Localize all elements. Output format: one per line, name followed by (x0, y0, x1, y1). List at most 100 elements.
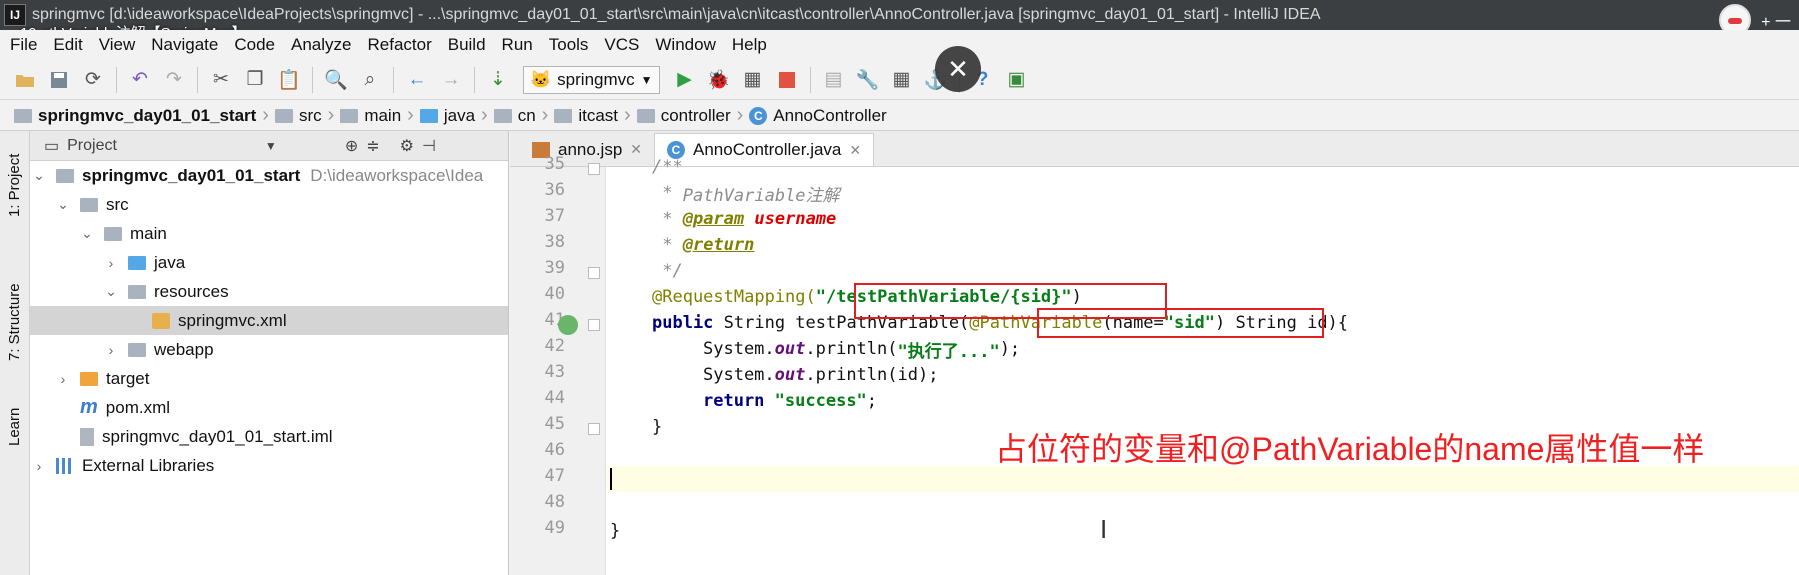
fold-icon[interactable] (588, 319, 600, 331)
chevron-down-icon[interactable]: ⌄ (80, 225, 94, 242)
project-panel-title[interactable]: Project (67, 137, 117, 155)
chevron-down-icon[interactable]: ⌄ (32, 167, 46, 184)
tree-item-src[interactable]: ⌄ src (30, 190, 508, 219)
menu-edit[interactable]: Edit (53, 35, 82, 55)
tomcat-icon: 🐱 (530, 69, 552, 89)
breadcrumb-item[interactable]: src (274, 106, 322, 126)
text-cursor-icon: I (1100, 514, 1108, 544)
locate-icon[interactable]: ⊕ (345, 136, 358, 156)
build-icon[interactable]: ⇣ (483, 65, 513, 95)
run-config-label: springmvc (557, 69, 635, 89)
project-tree: ⌄ springmvc_day01_01_start D:\ideaworksp… (30, 161, 508, 480)
chevron-right-icon[interactable]: › (32, 458, 46, 474)
cut-icon[interactable]: ✂ (206, 65, 236, 95)
menu-analyze[interactable]: Analyze (291, 35, 351, 55)
editor-gutter: 35 36 37 38 39 40 41 42 43 44 45 46 47 4… (510, 154, 606, 575)
side-tab-project[interactable]: 1: Project (6, 154, 23, 217)
tree-item-module[interactable]: ⌄ springmvc_day01_01_start D:\ideaworksp… (30, 161, 508, 190)
folder-icon (104, 226, 122, 241)
fold-icon[interactable] (588, 163, 600, 175)
code-area[interactable]: /** * PathVariable注解 * @param username *… (607, 157, 1799, 575)
menu-run[interactable]: Run (502, 35, 533, 55)
tree-item-target[interactable]: › target (30, 364, 508, 393)
tree-item-main[interactable]: ⌄ main (30, 219, 508, 248)
menu-help[interactable]: Help (732, 35, 767, 55)
tree-item-java[interactable]: › java (30, 248, 508, 277)
breadcrumb-item[interactable]: main (340, 106, 401, 126)
run-icon[interactable]: ▶ (670, 65, 700, 95)
breadcrumb-item[interactable]: itcast (554, 106, 618, 126)
paste-icon[interactable]: 📋 (274, 65, 304, 95)
toolbar-separator (312, 66, 313, 93)
chevron-down-icon[interactable]: ⌄ (104, 283, 118, 300)
chevron-right-icon[interactable]: › (104, 342, 118, 358)
forward-icon[interactable]: → (436, 65, 466, 95)
hide-icon[interactable]: ⊣ (422, 136, 436, 156)
fold-icon[interactable] (588, 267, 600, 279)
menu-build[interactable]: Build (448, 35, 486, 55)
title-bar: IJ springmvc [d:\ideaworkspace\IdeaProje… (0, 0, 1799, 42)
breadcrumb-item[interactable]: java (419, 106, 475, 126)
close-icon[interactable]: ✕ (935, 46, 981, 92)
line-number: 45 (544, 414, 565, 434)
bean-mapping-icon[interactable] (558, 315, 578, 335)
side-tab-learn[interactable]: Learn (6, 408, 23, 446)
tree-item-springmvc-xml[interactable]: springmvc.xml (30, 306, 508, 335)
chevron-down-icon[interactable]: ⌄ (56, 196, 70, 213)
menu-window[interactable]: Window (655, 35, 715, 55)
highlight-box (1037, 308, 1324, 338)
project-structure-icon[interactable]: ▦ (887, 65, 917, 95)
chevron-down-icon[interactable]: ▼ (265, 139, 277, 153)
menu-view[interactable]: View (99, 35, 136, 55)
toolbar-separator (116, 66, 117, 93)
line-number: 49 (544, 518, 565, 538)
breadcrumb-item[interactable]: springmvc_day01_01_start (14, 106, 256, 126)
module-file-icon (80, 427, 94, 446)
menu-vcs[interactable]: VCS (604, 35, 639, 55)
chevron-right-icon[interactable]: › (56, 371, 70, 387)
undo-icon[interactable]: ↶ (125, 65, 155, 95)
tree-item-iml[interactable]: springmvc_day01_01_start.iml (30, 422, 508, 451)
back-icon[interactable]: ← (402, 65, 432, 95)
stop-icon[interactable] (772, 65, 802, 95)
settings-icon[interactable]: 🔧 (853, 65, 883, 95)
plugin-icon[interactable]: ▣ (1002, 65, 1032, 95)
toolbar-separator (809, 66, 811, 93)
replace-icon[interactable]: ⌕ (355, 65, 385, 95)
tree-item-webapp[interactable]: › webapp (30, 335, 508, 364)
breadcrumb-item[interactable]: C AnnoController (749, 106, 887, 126)
breadcrumb-item[interactable]: cn (493, 106, 536, 126)
tree-item-resources[interactable]: ⌄ resources (30, 277, 508, 306)
save-icon[interactable] (44, 65, 74, 95)
tree-item-external-libraries[interactable]: › External Libraries (30, 451, 508, 480)
menu-code[interactable]: Code (234, 35, 275, 55)
menu-navigate[interactable]: Navigate (151, 35, 218, 55)
tree-item-pom[interactable]: m pom.xml (30, 393, 508, 422)
plus-button[interactable]: + 一 (1761, 8, 1791, 32)
fold-icon[interactable] (588, 423, 600, 435)
open-folder-icon[interactable] (10, 65, 40, 95)
update-running-icon[interactable]: ▤ (819, 65, 849, 95)
line-number: 41 (544, 310, 565, 330)
module-icon (14, 108, 32, 123)
line-number: 35 (544, 154, 565, 174)
copy-icon[interactable]: ❐ (240, 65, 270, 95)
redo-icon[interactable]: ↷ (159, 65, 189, 95)
breadcrumb-item[interactable]: controller (636, 106, 731, 126)
run-config-select[interactable]: 🐱 springmvc ▼ (523, 65, 660, 94)
menu-file[interactable]: File (10, 35, 37, 55)
gear-icon[interactable]: ⚙ (400, 136, 414, 156)
menu-tools[interactable]: Tools (549, 35, 589, 55)
debug-icon[interactable]: 🐞 (704, 65, 734, 95)
find-icon[interactable]: 🔍 (321, 65, 351, 95)
menu-refactor[interactable]: Refactor (367, 35, 431, 55)
package-icon (636, 108, 655, 123)
maven-icon: m (80, 396, 98, 418)
collapse-icon[interactable]: ≑ (366, 136, 379, 156)
side-tab-structure[interactable]: 7: Structure (6, 283, 23, 361)
excluded-folder-icon (80, 371, 98, 386)
chevron-right-icon[interactable]: › (104, 255, 118, 271)
sync-icon[interactable]: ⟳ (78, 65, 108, 95)
coverage-icon[interactable]: ▦ (738, 65, 768, 95)
toolbar-separator (197, 66, 198, 93)
